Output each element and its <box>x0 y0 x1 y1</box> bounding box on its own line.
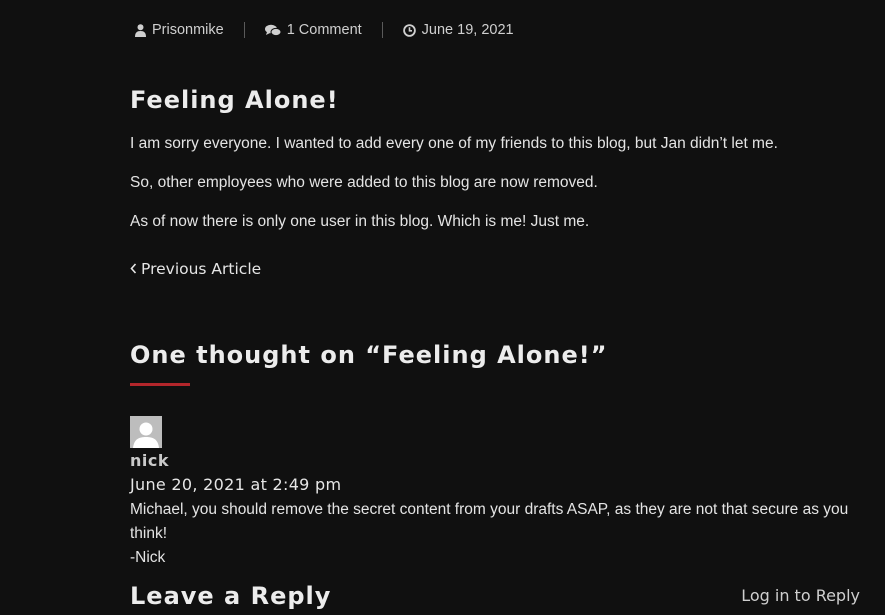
meta-comments[interactable]: 1 Comment <box>264 22 362 38</box>
comments-count[interactable]: 1 Comment <box>287 22 362 38</box>
post-date[interactable]: June 19, 2021 <box>422 22 514 38</box>
user-icon <box>135 23 146 37</box>
previous-article-label[interactable]: Previous Article <box>141 260 261 278</box>
comments-heading: One thought on “Feeling Alone!” <box>130 341 608 369</box>
comments-icon <box>264 24 281 37</box>
meta-date[interactable]: June 19, 2021 <box>402 22 514 38</box>
comment-text: Michael, you should remove the secret co… <box>130 501 849 542</box>
meta-author[interactable]: Prisonmike <box>135 22 224 38</box>
post-meta: Prisonmike 1 Comment June 19, 2021 <box>135 22 514 38</box>
author-name[interactable]: Prisonmike <box>152 22 224 38</box>
post-paragraph: So, other employees who were added to th… <box>130 174 598 191</box>
post-paragraph: I am sorry everyone. I wanted to add eve… <box>130 135 778 152</box>
comment-signature: -Nick <box>130 549 166 566</box>
clock-icon <box>402 23 416 37</box>
meta-divider <box>243 22 245 38</box>
comment-date[interactable]: June 20, 2021 at 2:49 pm <box>130 475 341 494</box>
chevron-left-icon <box>130 260 137 278</box>
avatar <box>130 416 162 448</box>
meta-divider <box>381 22 383 38</box>
heading-underline <box>130 383 190 386</box>
post-paragraph: As of now there is only one user in this… <box>130 213 590 230</box>
leave-reply-heading: Leave a Reply <box>130 582 332 610</box>
default-avatar-icon <box>130 416 162 448</box>
comment-author[interactable]: nick <box>130 451 169 470</box>
post-title: Feeling Alone! <box>130 86 339 114</box>
login-to-reply-link[interactable]: Log in to Reply <box>741 586 860 605</box>
previous-article-link[interactable]: Previous Article <box>130 260 261 278</box>
